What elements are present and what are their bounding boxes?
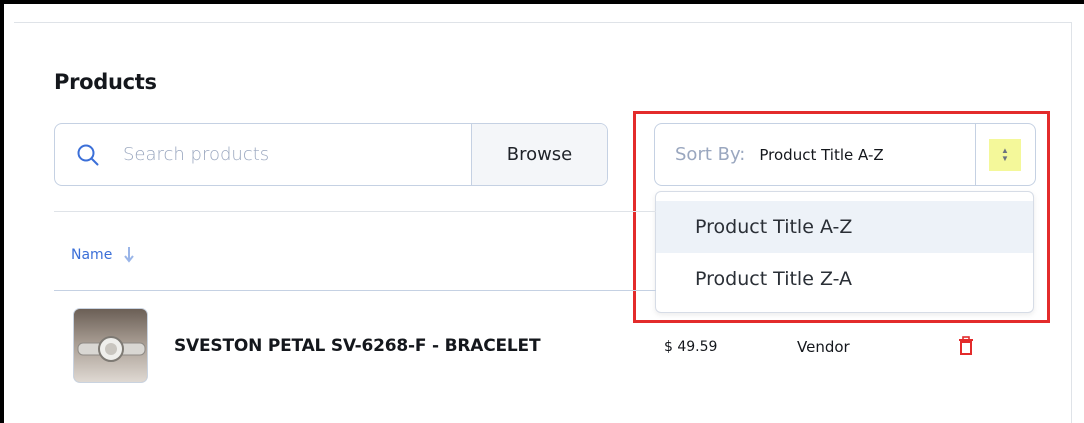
arrow-down-icon	[124, 246, 135, 264]
search-bar: Search products Browse	[54, 123, 608, 186]
column-header-name[interactable]: Name	[71, 246, 135, 264]
product-name[interactable]: SVESTON PETAL SV-6268-F - BRACELET	[174, 336, 541, 356]
search-icon	[77, 144, 99, 166]
page-title: Products	[54, 70, 157, 94]
product-vendor: Vendor	[797, 338, 850, 356]
trash-icon[interactable]	[958, 336, 974, 356]
browse-button[interactable]: Browse	[471, 124, 607, 185]
product-price: $ 49.59	[664, 339, 718, 355]
frame-border-top	[0, 0, 1084, 4]
watch-image	[74, 309, 147, 382]
table-header-divider	[54, 290, 656, 291]
product-thumbnail[interactable]	[73, 308, 148, 383]
frame-border-left	[0, 0, 4, 423]
card-border-right	[1071, 22, 1072, 423]
highlight-outline	[633, 111, 1050, 323]
card-border-top	[14, 22, 1071, 23]
search-field[interactable]: Search products	[55, 124, 471, 185]
column-header-label: Name	[71, 247, 113, 263]
table-divider	[54, 211, 656, 212]
search-input[interactable]: Search products	[123, 144, 269, 165]
